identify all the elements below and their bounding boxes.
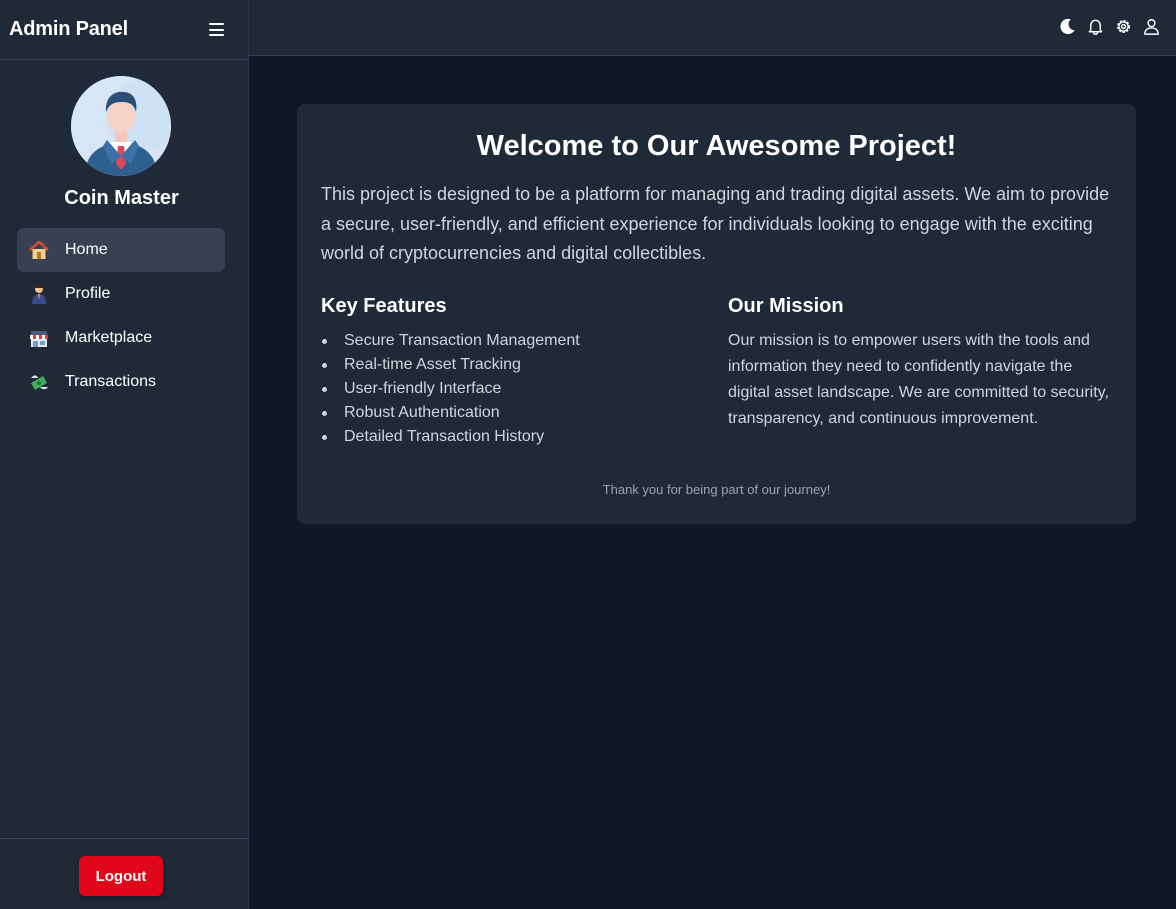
sidebar-item-home[interactable]: Home xyxy=(17,228,225,272)
topbar-actions xyxy=(1057,16,1162,37)
logout-button[interactable]: Logout xyxy=(79,856,163,896)
money-wings-icon xyxy=(28,371,50,393)
page-title: Welcome to Our Awesome Project! xyxy=(476,130,957,162)
sidebar-item-transactions[interactable]: Transactions xyxy=(17,360,225,404)
sidebar-item-label: Marketplace xyxy=(65,329,153,346)
bell-icon[interactable] xyxy=(1085,16,1106,37)
person-icon xyxy=(28,283,50,305)
intro-paragraph: This project is designed to be a platfor… xyxy=(321,184,1110,263)
list-item: Detailed Transaction History xyxy=(321,425,580,449)
store-icon xyxy=(28,327,50,349)
sidebar-item-profile[interactable]: Profile xyxy=(17,272,225,316)
username: Coin Master xyxy=(64,187,179,209)
businessman-avatar-icon xyxy=(71,76,171,176)
app-title: Admin Panel xyxy=(9,18,128,40)
list-item: User-friendly Interface xyxy=(321,377,580,401)
avatar xyxy=(71,76,171,176)
card-footer-note: Thank you for being part of our journey! xyxy=(602,482,831,497)
list-item: Secure Transaction Management xyxy=(321,329,580,353)
house-icon xyxy=(28,239,50,261)
list-item: Robust Authentication xyxy=(321,401,580,425)
sidebar-item-label: Transactions xyxy=(65,373,156,390)
mission-paragraph: Our mission is to empower users with the… xyxy=(728,332,1109,427)
mission-heading: Our Mission xyxy=(728,295,844,317)
gear-icon[interactable] xyxy=(1113,16,1134,37)
moon-icon[interactable] xyxy=(1057,16,1078,37)
sidebar-item-label: Home xyxy=(65,241,108,258)
sidebar-footer: Logout xyxy=(0,838,249,909)
hamburger-icon[interactable] xyxy=(209,23,224,36)
sidebar-header: Admin Panel xyxy=(0,0,248,60)
features-list: Secure Transaction Management Real-time … xyxy=(321,329,580,449)
user-icon[interactable] xyxy=(1141,16,1162,37)
features-heading: Key Features xyxy=(321,295,447,317)
sidebar-nav: Home Profile Marketplace Transactions xyxy=(17,228,225,404)
list-item: Real-time Asset Tracking xyxy=(321,353,580,377)
sidebar-item-marketplace[interactable]: Marketplace xyxy=(17,316,225,360)
topbar xyxy=(249,0,1176,56)
welcome-card: Welcome to Our Awesome Project! This pro… xyxy=(297,104,1136,524)
sidebar-item-label: Profile xyxy=(65,285,111,302)
sidebar: Admin Panel Coin Master Home Profile Mar… xyxy=(0,0,249,909)
